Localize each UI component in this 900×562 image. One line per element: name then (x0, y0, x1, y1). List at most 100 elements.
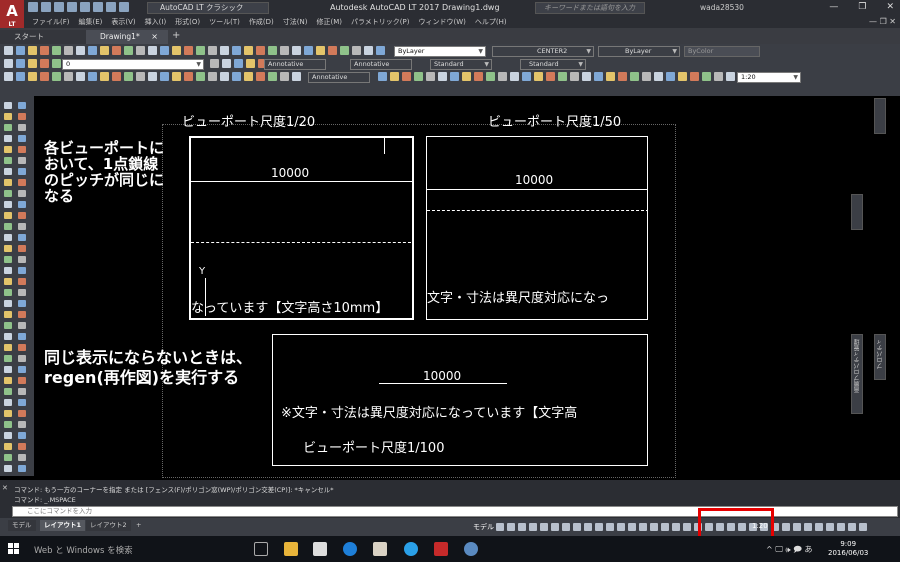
draw-tool-icon[interactable] (18, 410, 26, 417)
toolbar-tool-icon[interactable] (558, 72, 567, 81)
toolbar-tool-icon[interactable] (172, 46, 181, 55)
toolbar-tool-icon[interactable] (208, 72, 217, 81)
draw-tool-icon[interactable] (4, 289, 12, 296)
toolbar-tool-icon[interactable] (546, 72, 555, 81)
menu-insert[interactable]: 挿入(I) (145, 16, 167, 28)
save-as-icon[interactable] (67, 2, 77, 12)
draw-tool-icon[interactable] (4, 157, 12, 164)
new-file-icon[interactable] (28, 2, 38, 12)
draw-tool-icon[interactable] (18, 289, 26, 296)
toolbar-tool-icon[interactable] (352, 46, 361, 55)
draw-tool-icon[interactable] (18, 344, 26, 351)
textstyle-dropdown[interactable]: Standard ▼ (430, 59, 492, 70)
task-view-icon[interactable] (254, 542, 268, 556)
draw-tool-icon[interactable] (4, 124, 12, 131)
toolbar-tool-icon[interactable] (666, 72, 675, 81)
status-toggle-icon[interactable] (617, 523, 625, 531)
menu-modify[interactable]: 修正(M) (316, 16, 342, 28)
tab-layout2[interactable]: レイアウト2 (86, 520, 131, 531)
toolbar-tool-icon[interactable] (582, 72, 591, 81)
draw-tool-icon[interactable] (4, 377, 12, 384)
toolbar-tool-icon[interactable] (76, 46, 85, 55)
toolbar-tool-icon[interactable] (210, 59, 219, 68)
toolbar-tool-icon[interactable] (256, 72, 265, 81)
status-toggle-icon[interactable] (595, 523, 603, 531)
application-menu-button[interactable]: A LT (0, 0, 24, 28)
toolbar-tool-icon[interactable] (642, 72, 651, 81)
toolbar-tool-icon[interactable] (40, 59, 49, 68)
layer-properties-palette-tab[interactable]: 画層プロパティ管理 (851, 334, 863, 414)
toolbar-tool-icon[interactable] (246, 59, 255, 68)
status-toggle-icon[interactable] (507, 523, 515, 531)
toolbar-tool-icon[interactable] (112, 46, 121, 55)
toolbar-tool-icon[interactable] (184, 46, 193, 55)
new-tab-button[interactable]: + (172, 30, 180, 42)
toolbar-tool-icon[interactable] (438, 72, 447, 81)
draw-tool-icon[interactable] (18, 322, 26, 329)
draw-tool-icon[interactable] (18, 388, 26, 395)
tab-drawing1[interactable]: Drawing1* × (86, 30, 168, 44)
draw-tool-icon[interactable] (4, 443, 12, 450)
status-toggle-icon[interactable] (859, 523, 867, 531)
status-toggle-icon[interactable] (518, 523, 526, 531)
toolbar-tool-icon[interactable] (124, 72, 133, 81)
clock[interactable]: 9:09 2016/06/03 (828, 540, 868, 558)
toolbar-tool-icon[interactable] (184, 72, 193, 81)
toolbar-tool-icon[interactable] (340, 46, 349, 55)
draw-tool-icon[interactable] (4, 366, 12, 373)
add-layout-button[interactable]: + (132, 520, 145, 531)
draw-tool-icon[interactable] (18, 443, 26, 450)
draw-tool-icon[interactable] (4, 300, 12, 307)
draw-tool-icon[interactable] (18, 146, 26, 153)
toolbar-tool-icon[interactable] (160, 46, 169, 55)
draw-tool-icon[interactable] (4, 234, 12, 241)
toolbar-tool-icon[interactable] (4, 46, 13, 55)
system-tray[interactable]: ^ 🖵 🕪 🗩 あ (766, 544, 813, 558)
close-button[interactable]: ✕ (886, 2, 894, 12)
annotative-textstyle-dropdown[interactable]: Annotative (264, 59, 326, 70)
status-toggle-icon[interactable] (551, 523, 559, 531)
draw-tool-icon[interactable] (4, 201, 12, 208)
menu-edit[interactable]: 編集(E) (79, 16, 103, 28)
toolbar-tool-icon[interactable] (28, 72, 37, 81)
toolbar-tool-icon[interactable] (234, 59, 243, 68)
toolbar-tool-icon[interactable] (426, 72, 435, 81)
toolbar-tool-icon[interactable] (570, 72, 579, 81)
toolbar-tool-icon[interactable] (232, 72, 241, 81)
toolbar-tool-icon[interactable] (630, 72, 639, 81)
draw-tool-icon[interactable] (18, 102, 26, 109)
viewport-scale-dropdown[interactable]: 1:20 ▼ (737, 72, 801, 83)
menu-file[interactable]: ファイル(F) (32, 16, 70, 28)
draw-tool-icon[interactable] (18, 201, 26, 208)
toolbar-tool-icon[interactable] (16, 59, 25, 68)
toolbar-tool-icon[interactable] (136, 72, 145, 81)
toolbar-tool-icon[interactable] (594, 72, 603, 81)
draw-tool-icon[interactable] (18, 355, 26, 362)
layer-dropdown[interactable]: ByLayer ▼ (394, 46, 486, 57)
draw-tool-icon[interactable] (18, 366, 26, 373)
status-toggle-icon[interactable] (584, 523, 592, 531)
toolbar-tool-icon[interactable] (304, 46, 313, 55)
toolbar-tool-icon[interactable] (268, 46, 277, 55)
toolbar-tool-icon[interactable] (196, 46, 205, 55)
lineweight-dropdown[interactable]: ByLayer ▼ (598, 46, 680, 57)
tab-model[interactable]: モデル (8, 520, 36, 531)
toolbar-tool-icon[interactable] (88, 72, 97, 81)
draw-tool-icon[interactable] (18, 245, 26, 252)
draw-tool-icon[interactable] (4, 135, 12, 142)
toolbar-tool-icon[interactable] (40, 46, 49, 55)
annotative-dimstyle-dropdown[interactable]: Annotative (350, 59, 412, 70)
toolbar-tool-icon[interactable] (690, 72, 699, 81)
draw-tool-icon[interactable] (4, 102, 12, 109)
draw-tool-icon[interactable] (4, 256, 12, 263)
toolbar-tool-icon[interactable] (172, 72, 181, 81)
document-window-controls[interactable]: — ❐ ✕ (869, 16, 896, 28)
draw-tool-icon[interactable] (4, 212, 12, 219)
status-toggle-icon[interactable] (815, 523, 823, 531)
plotstyle-dropdown[interactable]: ByColor (684, 46, 760, 57)
collapsed-palette-top[interactable] (874, 98, 886, 134)
viewport-3[interactable]: 10000 ※文字・寸法は異尺度対応になっています【文字高 ビューポート尺度1/… (272, 334, 648, 466)
model-space-toggle[interactable]: モデル (473, 522, 494, 532)
toolbar-tool-icon[interactable] (222, 59, 231, 68)
toolbar-tool-icon[interactable] (534, 72, 543, 81)
